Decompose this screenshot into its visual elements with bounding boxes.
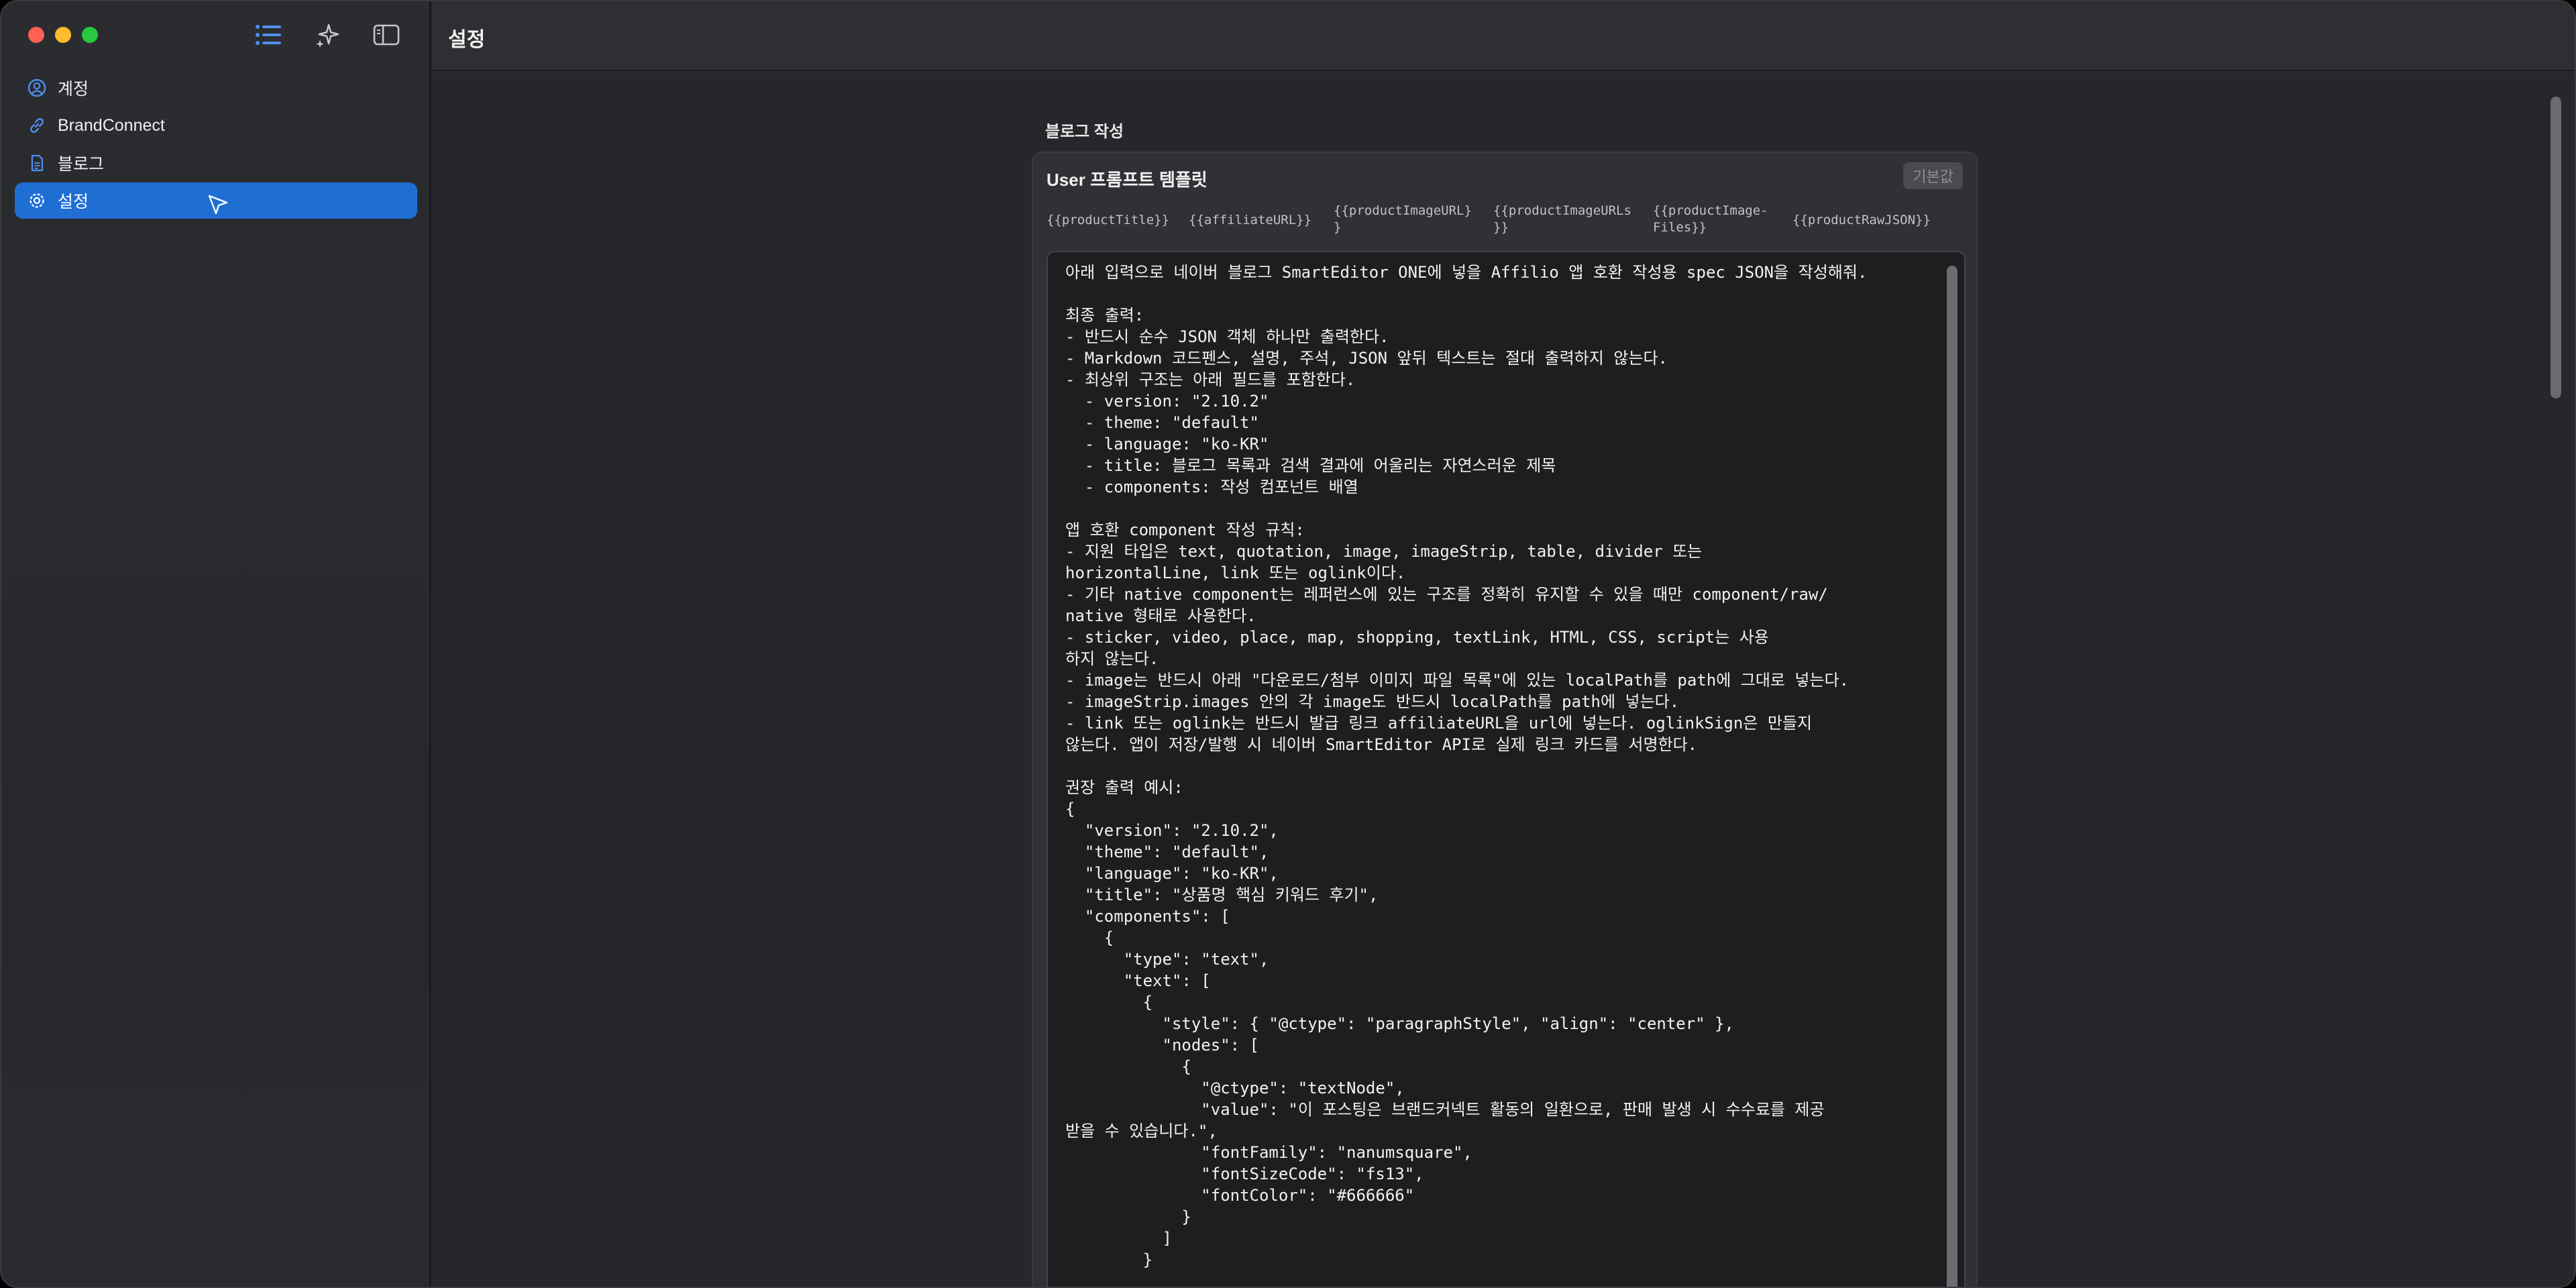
- editor-scrollbar[interactable]: [1947, 266, 1957, 1287]
- placeholder-chips: {{productTitle}} {{affiliateURL}} {{prod…: [1046, 203, 1966, 243]
- settings-content[interactable]: 블로그 작성 User 프롬프트 템플릿 기본값 {{productTitle}…: [432, 72, 2575, 1287]
- app-window: 계정 BrandConnect 블로그 설정 설정 블로그 작성 User 프롬…: [0, 0, 2576, 1288]
- placeholder-chip[interactable]: {{productTitle}}: [1046, 212, 1169, 229]
- title-bar: 설정: [432, 1, 2575, 71]
- prompt-template-editor[interactable]: 아래 입력으로 네이버 블로그 SmartEditor ONE에 넣을 Affi…: [1046, 251, 1966, 1287]
- sidebar-item-blog[interactable]: 블로그: [15, 145, 417, 181]
- document-icon: [27, 153, 47, 173]
- card-title: User 프롬프트 템플릿: [1046, 170, 1208, 190]
- placeholder-chip[interactable]: {{productImageURL} }: [1334, 203, 1472, 236]
- close-window-button[interactable]: [28, 27, 44, 43]
- sidebar-toggle-icon: [373, 24, 400, 46]
- minimize-window-button[interactable]: [55, 27, 71, 43]
- placeholder-chip[interactable]: {{productImage- Files}}: [1653, 203, 1768, 236]
- placeholder-chip[interactable]: {{affiliateURL}}: [1189, 212, 1311, 229]
- sidebar-item-account[interactable]: 계정: [15, 70, 417, 106]
- sidebar-item-label: 설정: [58, 193, 89, 211]
- link-icon: [27, 115, 47, 136]
- page-scrollbar[interactable]: [2551, 97, 2561, 398]
- prompt-template-card: User 프롬프트 템플릿 기본값 {{productTitle}} {{aff…: [1032, 152, 1978, 1287]
- ai-sparkle-button[interactable]: [313, 21, 342, 48]
- main-panel: 설정 블로그 작성 User 프롬프트 템플릿 기본값 {{productTit…: [432, 1, 2575, 1287]
- toggle-sidebar-button[interactable]: [372, 21, 401, 48]
- gear-icon: [27, 191, 47, 211]
- person-circle-icon: [27, 78, 47, 98]
- page-title: 설정: [448, 29, 486, 51]
- sidebar-item-label: 블로그: [58, 155, 105, 174]
- sidebar: 계정 BrandConnect 블로그 설정: [1, 1, 431, 1287]
- sidebar-toolbar: [254, 21, 401, 48]
- list-view-button[interactable]: [254, 21, 283, 48]
- zoom-window-button[interactable]: [82, 27, 98, 43]
- template-text[interactable]: 아래 입력으로 네이버 블로그 SmartEditor ONE에 넣을 Affi…: [1065, 262, 1937, 1271]
- window-controls: [28, 27, 98, 43]
- placeholder-chip[interactable]: {{productRawJSON}}: [1792, 212, 1931, 229]
- reset-default-button[interactable]: 기본값: [1903, 162, 1963, 189]
- list-icon: [256, 25, 281, 45]
- section-title: 블로그 작성: [1045, 123, 1124, 141]
- sidebar-item-label: 계정: [58, 80, 89, 99]
- sidebar-item-label: BrandConnect: [58, 115, 165, 135]
- placeholder-chip[interactable]: {{productImageURLs }}: [1493, 203, 1631, 236]
- sidebar-item-brandconnect[interactable]: BrandConnect: [15, 107, 417, 144]
- sparkle-icon: [316, 23, 339, 48]
- mouse-cursor-icon: [208, 195, 228, 215]
